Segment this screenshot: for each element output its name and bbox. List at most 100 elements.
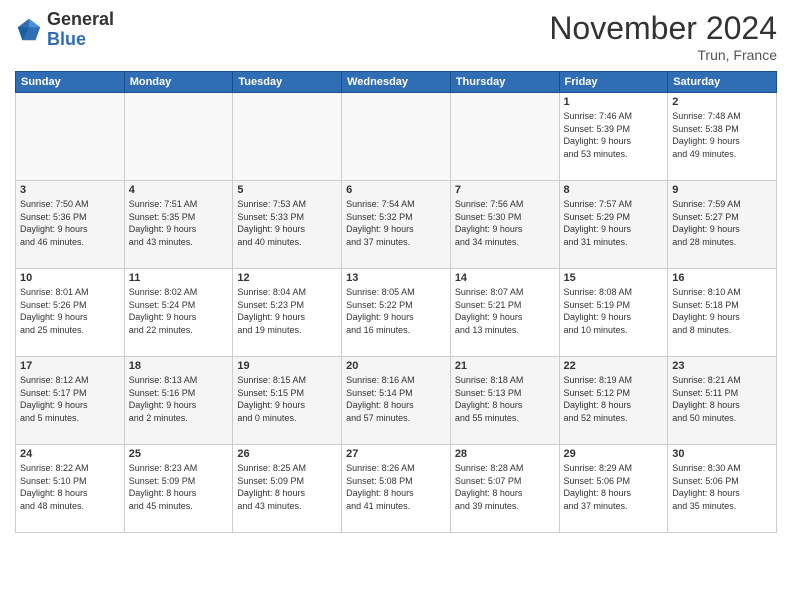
day-number: 9 [672,184,772,196]
weekday-monday: Monday [124,72,233,93]
day-number: 18 [129,360,229,372]
day-number: 17 [20,360,120,372]
weekday-friday: Friday [559,72,668,93]
day-info: Sunrise: 8:19 AM Sunset: 5:12 PM Dayligh… [564,374,664,424]
calendar-week-2: 3Sunrise: 7:50 AM Sunset: 5:36 PM Daylig… [16,181,777,269]
calendar-cell: 25 Sunrise: 8:23 AM Sunset: 5:09 PM Dayli… [124,445,233,533]
calendar: Sunday Monday Tuesday Wednesday Thursday… [15,71,777,533]
day-info: Sunrise: 7:56 AM Sunset: 5:30 PM Dayligh… [455,198,555,248]
calendar-cell: 2 Sunrise: 7:48 AM Sunset: 5:38 PM Daylig… [668,93,777,181]
day-number: 2 [672,96,772,108]
calendar-cell: 3Sunrise: 7:50 AM Sunset: 5:36 PM Daylig… [16,181,125,269]
day-info: Sunrise: 7:59 AM Sunset: 5:27 PM Dayligh… [672,198,772,248]
day-info: Sunrise: 7:46 AM Sunset: 5:39 PM Dayligh… [564,110,664,160]
logo-general: General [47,9,114,29]
calendar-cell: 12 Sunrise: 8:04 AM Sunset: 5:23 PM Dayli… [233,269,342,357]
calendar-cell: 6 Sunrise: 7:54 AM Sunset: 5:32 PM Daylig… [342,181,451,269]
calendar-cell: 9 Sunrise: 7:59 AM Sunset: 5:27 PM Daylig… [668,181,777,269]
calendar-cell: 20 Sunrise: 8:16 AM Sunset: 5:14 PM Dayli… [342,357,451,445]
logo-icon [15,16,43,44]
day-info: Sunrise: 7:53 AM Sunset: 5:33 PM Dayligh… [237,198,337,248]
day-info: Sunrise: 8:12 AM Sunset: 5:17 PM Dayligh… [20,374,120,424]
day-info: Sunrise: 8:28 AM Sunset: 5:07 PM Dayligh… [455,462,555,512]
day-info: Sunrise: 8:18 AM Sunset: 5:13 PM Dayligh… [455,374,555,424]
day-info: Sunrise: 8:23 AM Sunset: 5:09 PM Dayligh… [129,462,229,512]
day-number: 20 [346,360,446,372]
page: General Blue November 2024 Trun, France … [0,0,792,612]
day-info: Sunrise: 8:29 AM Sunset: 5:06 PM Dayligh… [564,462,664,512]
weekday-wednesday: Wednesday [342,72,451,93]
day-number: 12 [237,272,337,284]
day-number: 19 [237,360,337,372]
day-info: Sunrise: 8:01 AM Sunset: 5:26 PM Dayligh… [20,286,120,336]
day-number: 11 [129,272,229,284]
day-number: 27 [346,448,446,460]
weekday-header-row: Sunday Monday Tuesday Wednesday Thursday… [16,72,777,93]
calendar-cell: 17 Sunrise: 8:12 AM Sunset: 5:17 PM Dayli… [16,357,125,445]
calendar-cell: 10 Sunrise: 8:01 AM Sunset: 5:26 PM Dayli… [16,269,125,357]
logo-text: General Blue [47,10,114,50]
day-info: Sunrise: 8:25 AM Sunset: 5:09 PM Dayligh… [237,462,337,512]
day-info: Sunrise: 7:48 AM Sunset: 5:38 PM Dayligh… [672,110,772,160]
day-info: Sunrise: 7:54 AM Sunset: 5:32 PM Dayligh… [346,198,446,248]
calendar-cell: 1Sunrise: 7:46 AM Sunset: 5:39 PM Daylig… [559,93,668,181]
day-number: 7 [455,184,555,196]
calendar-cell: 22Sunrise: 8:19 AM Sunset: 5:12 PM Dayli… [559,357,668,445]
weekday-tuesday: Tuesday [233,72,342,93]
calendar-cell [16,93,125,181]
calendar-cell: 19 Sunrise: 8:15 AM Sunset: 5:15 PM Dayli… [233,357,342,445]
calendar-cell: 21 Sunrise: 8:18 AM Sunset: 5:13 PM Dayli… [450,357,559,445]
logo: General Blue [15,10,114,50]
calendar-cell: 7 Sunrise: 7:56 AM Sunset: 5:30 PM Daylig… [450,181,559,269]
day-info: Sunrise: 8:07 AM Sunset: 5:21 PM Dayligh… [455,286,555,336]
logo-blue: Blue [47,29,86,49]
calendar-cell: 30Sunrise: 8:30 AM Sunset: 5:06 PM Dayli… [668,445,777,533]
day-number: 5 [237,184,337,196]
day-info: Sunrise: 8:05 AM Sunset: 5:22 PM Dayligh… [346,286,446,336]
calendar-cell: 15 Sunrise: 8:08 AM Sunset: 5:19 PM Dayli… [559,269,668,357]
calendar-cell: 11Sunrise: 8:02 AM Sunset: 5:24 PM Dayli… [124,269,233,357]
day-number: 6 [346,184,446,196]
calendar-cell: 4 Sunrise: 7:51 AM Sunset: 5:35 PM Daylig… [124,181,233,269]
day-info: Sunrise: 8:08 AM Sunset: 5:19 PM Dayligh… [564,286,664,336]
day-number: 4 [129,184,229,196]
day-info: Sunrise: 7:57 AM Sunset: 5:29 PM Dayligh… [564,198,664,248]
calendar-cell [450,93,559,181]
day-info: Sunrise: 8:21 AM Sunset: 5:11 PM Dayligh… [672,374,772,424]
weekday-sunday: Sunday [16,72,125,93]
day-number: 25 [129,448,229,460]
day-number: 14 [455,272,555,284]
day-info: Sunrise: 8:04 AM Sunset: 5:23 PM Dayligh… [237,286,337,336]
day-number: 15 [564,272,664,284]
weekday-saturday: Saturday [668,72,777,93]
calendar-cell: 28Sunrise: 8:28 AM Sunset: 5:07 PM Dayli… [450,445,559,533]
calendar-cell: 8 Sunrise: 7:57 AM Sunset: 5:29 PM Daylig… [559,181,668,269]
day-info: Sunrise: 8:16 AM Sunset: 5:14 PM Dayligh… [346,374,446,424]
calendar-cell: 26 Sunrise: 8:25 AM Sunset: 5:09 PM Dayli… [233,445,342,533]
day-number: 21 [455,360,555,372]
day-number: 26 [237,448,337,460]
day-info: Sunrise: 8:13 AM Sunset: 5:16 PM Dayligh… [129,374,229,424]
day-info: Sunrise: 8:15 AM Sunset: 5:15 PM Dayligh… [237,374,337,424]
day-number: 8 [564,184,664,196]
day-number: 29 [564,448,664,460]
day-number: 24 [20,448,120,460]
day-number: 10 [20,272,120,284]
calendar-cell [342,93,451,181]
calendar-cell: 23 Sunrise: 8:21 AM Sunset: 5:11 PM Dayli… [668,357,777,445]
calendar-cell [124,93,233,181]
calendar-week-3: 10 Sunrise: 8:01 AM Sunset: 5:26 PM Dayli… [16,269,777,357]
calendar-week-4: 17 Sunrise: 8:12 AM Sunset: 5:17 PM Dayli… [16,357,777,445]
title-block: November 2024 Trun, France [549,10,777,63]
calendar-cell: 16Sunrise: 8:10 AM Sunset: 5:18 PM Dayli… [668,269,777,357]
day-info: Sunrise: 8:22 AM Sunset: 5:10 PM Dayligh… [20,462,120,512]
day-info: Sunrise: 7:50 AM Sunset: 5:36 PM Dayligh… [20,198,120,248]
day-info: Sunrise: 7:51 AM Sunset: 5:35 PM Dayligh… [129,198,229,248]
day-info: Sunrise: 8:26 AM Sunset: 5:08 PM Dayligh… [346,462,446,512]
calendar-cell: 5 Sunrise: 7:53 AM Sunset: 5:33 PM Daylig… [233,181,342,269]
calendar-cell: 18 Sunrise: 8:13 AM Sunset: 5:16 PM Dayli… [124,357,233,445]
calendar-cell: 24 Sunrise: 8:22 AM Sunset: 5:10 PM Dayli… [16,445,125,533]
calendar-cell: 27 Sunrise: 8:26 AM Sunset: 5:08 PM Dayli… [342,445,451,533]
calendar-week-1: 1Sunrise: 7:46 AM Sunset: 5:39 PM Daylig… [16,93,777,181]
day-number: 23 [672,360,772,372]
